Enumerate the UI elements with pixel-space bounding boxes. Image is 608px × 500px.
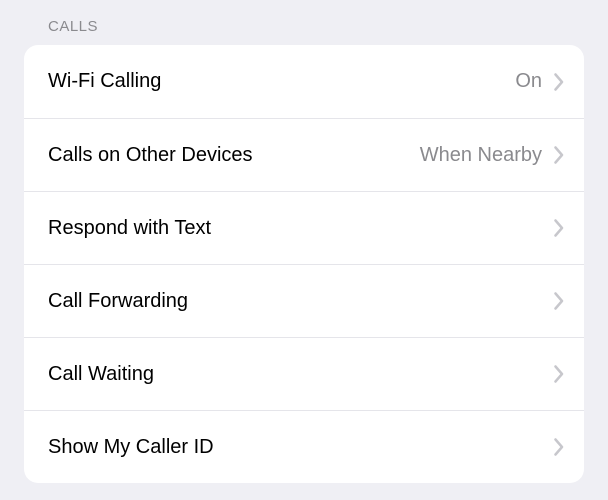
row-show-my-caller-id[interactable]: Show My Caller ID (24, 410, 584, 483)
row-label: Show My Caller ID (48, 436, 542, 459)
row-label: Calls on Other Devices (48, 144, 420, 167)
row-value: On (515, 70, 542, 93)
chevron-right-icon (554, 146, 564, 164)
section-header: CALLS (0, 0, 608, 45)
chevron-right-icon (554, 438, 564, 456)
chevron-right-icon (554, 365, 564, 383)
chevron-right-icon (554, 73, 564, 91)
settings-group: Wi-Fi Calling On Calls on Other Devices … (24, 45, 584, 483)
row-label: Respond with Text (48, 217, 542, 240)
row-value: When Nearby (420, 144, 542, 167)
row-label: Wi-Fi Calling (48, 70, 515, 93)
row-wifi-calling[interactable]: Wi-Fi Calling On (24, 45, 584, 118)
row-call-waiting[interactable]: Call Waiting (24, 337, 584, 410)
row-calls-on-other-devices[interactable]: Calls on Other Devices When Nearby (24, 118, 584, 191)
row-label: Call Forwarding (48, 290, 542, 313)
row-respond-with-text[interactable]: Respond with Text (24, 191, 584, 264)
chevron-right-icon (554, 219, 564, 237)
row-call-forwarding[interactable]: Call Forwarding (24, 264, 584, 337)
chevron-right-icon (554, 292, 564, 310)
row-label: Call Waiting (48, 363, 542, 386)
